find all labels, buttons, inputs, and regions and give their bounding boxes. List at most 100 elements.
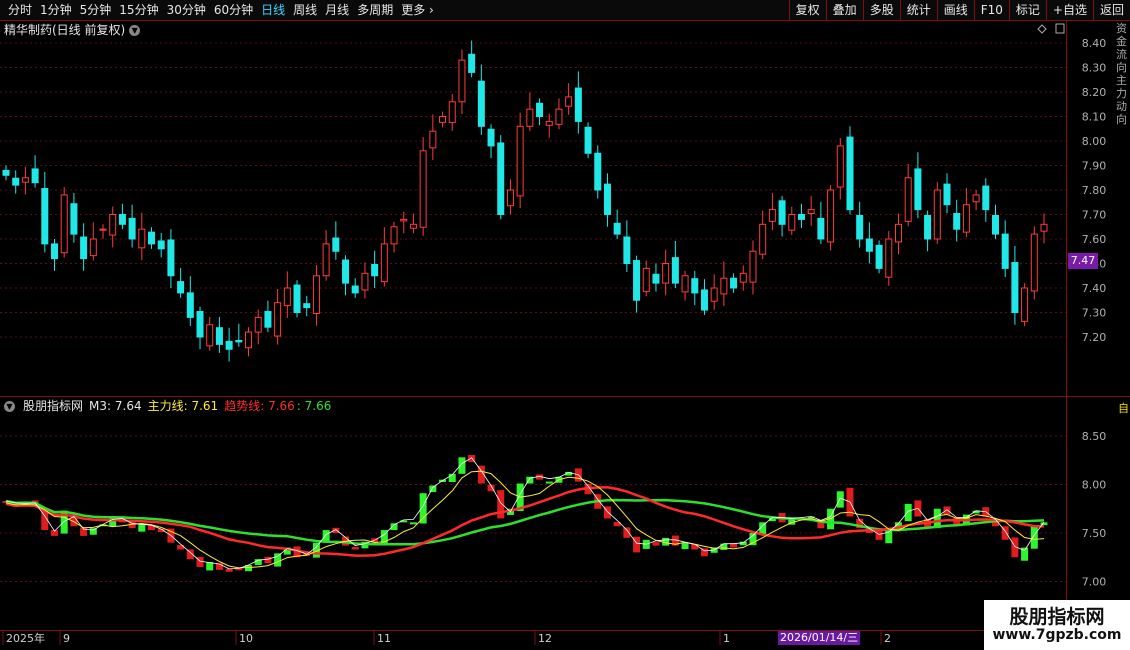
indicator-bar xyxy=(574,468,582,482)
tab-multi-period[interactable]: 多周期 xyxy=(353,0,397,20)
indicator-bar xyxy=(662,537,670,546)
candle-body xyxy=(51,243,59,260)
price-axis-label: 7.30 xyxy=(1082,307,1107,320)
m3-value: 7.64 xyxy=(114,399,142,413)
candle-body xyxy=(322,243,330,277)
indicator-bar xyxy=(797,518,805,521)
back-button[interactable]: 返回 xyxy=(1092,0,1130,20)
tab-more-label: 更多 xyxy=(401,3,426,17)
candle-body xyxy=(177,281,185,294)
candle-body xyxy=(41,188,49,245)
candle-body xyxy=(565,96,573,107)
indicator-bar xyxy=(681,542,689,550)
indicator-bar xyxy=(89,528,97,535)
indicator-bar xyxy=(846,487,854,517)
candle-body xyxy=(827,189,835,243)
candle-body xyxy=(1001,233,1009,269)
indicator-chevron-icon[interactable]: ▼ xyxy=(4,400,15,412)
indicator-bar xyxy=(41,508,49,531)
restore-rights-button[interactable]: 复权 xyxy=(788,0,826,20)
candle-body xyxy=(400,218,408,222)
candle-body xyxy=(1030,233,1038,292)
candle-body xyxy=(186,292,194,318)
indicator-bar xyxy=(526,476,534,484)
indicator-bar xyxy=(982,507,990,517)
multi-stock-button[interactable]: 多股 xyxy=(862,0,900,20)
indicator-bar xyxy=(60,510,68,534)
candle-body xyxy=(254,316,262,333)
tab-60min[interactable]: 60分钟 xyxy=(210,0,257,20)
indicator-name: 股朋指标网 xyxy=(23,399,84,413)
indicator-axis-label: 8.00 xyxy=(1082,479,1107,492)
tab-15min[interactable]: 15分钟 xyxy=(115,0,162,20)
indicator-bar xyxy=(157,528,165,533)
tab-timeshare[interactable]: 分时 xyxy=(4,0,36,20)
indicator-bar xyxy=(759,522,767,535)
indicator-bar xyxy=(1011,537,1019,558)
candle-body xyxy=(943,183,951,206)
chevron-down-icon[interactable]: ▼ xyxy=(129,24,141,36)
tab-monthly[interactable]: 月线 xyxy=(321,0,353,20)
indicator-bar xyxy=(254,559,262,566)
candle-body xyxy=(1011,262,1019,313)
candle-body xyxy=(991,214,999,235)
indicator-bar xyxy=(390,523,398,531)
indicator-bar xyxy=(836,491,844,508)
candle-body xyxy=(700,289,708,311)
trend-line-label-text: 趋势线: xyxy=(224,399,265,413)
candle-body xyxy=(894,223,902,243)
tab-1min[interactable]: 1分钟 xyxy=(36,0,76,20)
indicator-bar xyxy=(904,503,912,522)
add-watchlist-button[interactable]: +自选 xyxy=(1045,0,1093,20)
indicator-bar xyxy=(691,543,699,550)
candle-body xyxy=(555,108,563,125)
candle-body xyxy=(904,177,912,222)
window-icon[interactable] xyxy=(1055,23,1065,34)
indicator-bar xyxy=(264,556,272,564)
indicator-bar xyxy=(565,471,573,476)
indicator-bar xyxy=(245,565,253,572)
indicator-bar xyxy=(1040,522,1048,526)
f10-button[interactable]: F10 xyxy=(973,0,1009,20)
tab-30min[interactable]: 30分钟 xyxy=(163,0,210,20)
tab-more[interactable]: 更多 › xyxy=(397,0,438,20)
indicator-bar xyxy=(506,508,514,515)
watermark-logo: 股朋指标网 www.7gpzb.com xyxy=(984,600,1130,650)
tab-weekly[interactable]: 周线 xyxy=(289,0,321,20)
candle-body xyxy=(245,331,253,349)
indicator-bar xyxy=(924,518,932,529)
indicator-bar xyxy=(148,525,156,531)
indicator-axis-label: 8.50 xyxy=(1082,430,1107,443)
tab-5min[interactable]: 5分钟 xyxy=(76,0,116,20)
stock-title[interactable]: 精华制药(日线 前复权) ▼ xyxy=(4,21,141,39)
candle-body xyxy=(516,125,524,197)
indicator-bar xyxy=(196,556,204,567)
indicator-bar xyxy=(613,521,621,527)
candle-body xyxy=(70,203,78,235)
candle-body xyxy=(817,217,825,240)
diamond-icon[interactable] xyxy=(1037,24,1047,34)
indicator-bar xyxy=(953,518,961,525)
candle-body xyxy=(206,324,214,347)
indicator-bar xyxy=(914,500,922,517)
main-line-label: 主力线: 7.61 xyxy=(148,398,219,414)
statistics-button[interactable]: 统计 xyxy=(899,0,937,20)
candle-body xyxy=(759,223,767,255)
watermark-line2: www.7gpzb.com xyxy=(992,627,1122,643)
draw-line-button[interactable]: 画线 xyxy=(936,0,974,20)
indicator-bar xyxy=(274,553,282,567)
candle-body xyxy=(99,228,107,231)
tab-daily[interactable]: 日线 xyxy=(257,0,289,20)
current-price-tag: 7.47 xyxy=(1068,253,1098,269)
candle-body xyxy=(31,168,39,184)
overlay-button[interactable]: 叠加 xyxy=(825,0,863,20)
candle-body xyxy=(60,194,68,254)
indicator-title[interactable]: ▼ 股朋指标网 M3: 7.64 主力线: 7.61 趋势线: 7.66 : 7… xyxy=(4,398,331,414)
candle-body xyxy=(642,267,650,292)
indicator-bar xyxy=(99,524,107,527)
indicator-bar xyxy=(778,513,786,523)
price-axis-label: 8.10 xyxy=(1082,111,1107,124)
candle-body xyxy=(526,108,534,127)
candle-body xyxy=(778,200,786,225)
mark-button[interactable]: 标记 xyxy=(1008,0,1046,20)
